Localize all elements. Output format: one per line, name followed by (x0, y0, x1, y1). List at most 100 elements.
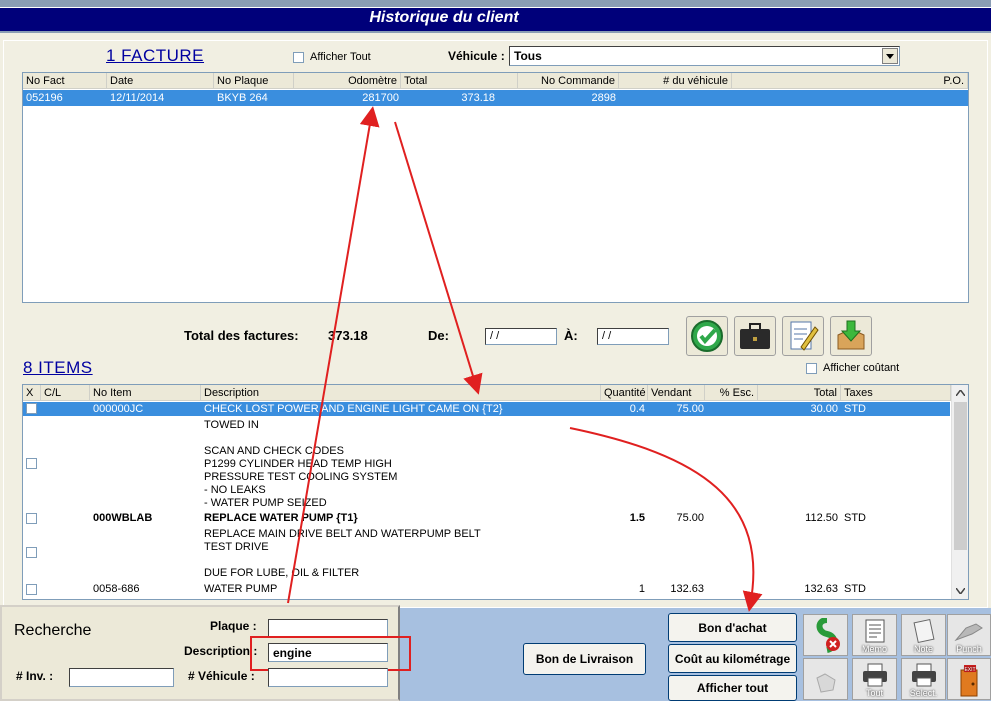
total-factures-value: 373.18 (328, 328, 368, 343)
print-select-button[interactable]: Sélect. (901, 658, 946, 700)
cell-quantite: 1.5 (629, 512, 645, 524)
description-line: TEST DRIVE (204, 541, 269, 553)
col-no-vehicule[interactable]: # du véhicule (619, 73, 732, 89)
table-row[interactable]: 000000JC CHECK LOST POWER AND ENGINE LIG… (23, 402, 950, 416)
scroll-down-icon[interactable] (954, 584, 967, 597)
scroll-thumb[interactable] (954, 402, 967, 550)
afficher-tout-label: Afficher Tout (310, 51, 371, 63)
briefcase-icon (740, 323, 770, 349)
afficher-tout-button[interactable]: Afficher tout (668, 675, 797, 701)
svg-text:EXIT: EXIT (964, 667, 975, 673)
col-x[interactable]: X (23, 385, 41, 401)
note-label: Note (913, 644, 933, 654)
edit-document-icon (790, 321, 819, 351)
cell-vendant: 75.00 (676, 403, 704, 415)
col-total-item[interactable]: Total (758, 385, 841, 401)
afficher-tout-toggle[interactable]: Afficher Tout (293, 51, 371, 63)
cell-no-item: 0058-686 (93, 583, 140, 595)
map-icon (815, 673, 836, 693)
edit-document-button[interactable] (782, 316, 824, 356)
memo-label: Memo (861, 644, 887, 654)
vehicule-select[interactable]: Tous (509, 46, 900, 66)
download-box-button[interactable] (830, 316, 872, 356)
row-checkbox[interactable] (26, 403, 37, 414)
facture-grid: No Fact Date No Plaque Odomètre Total No… (22, 72, 969, 303)
col-no-plaque[interactable]: No Plaque (214, 73, 294, 89)
title-bar: Historique du client (0, 0, 991, 33)
select-label: Sélect. (909, 688, 938, 698)
highlight-box (250, 636, 411, 671)
col-odometre[interactable]: Odomètre (294, 73, 401, 89)
map-button[interactable] (803, 658, 848, 700)
col-po[interactable]: P.O. (732, 73, 968, 89)
col-cl[interactable]: C/L (41, 385, 90, 401)
cout-kilometrage-button[interactable]: Coût au kilométrage (668, 644, 797, 673)
cell-vendant: 132.63 (670, 583, 704, 595)
col-no-fact[interactable]: No Fact (23, 73, 107, 89)
inv-label: # Inv. : (16, 669, 54, 683)
col-no-item[interactable]: No Item (90, 385, 201, 401)
afficher-tout-checkbox[interactable] (293, 51, 304, 63)
row-checkbox[interactable] (26, 547, 37, 558)
no-vehicule-input[interactable] (268, 668, 388, 687)
no-vehicule-label: # Véhicule : (188, 669, 255, 683)
col-no-commande[interactable]: No Commande (518, 73, 619, 89)
cell-no-item: 000WBLAB (93, 512, 153, 524)
vehicule-select-value: Tous (514, 49, 542, 63)
punch-button[interactable]: Punch (947, 614, 991, 656)
download-box-icon (837, 320, 865, 350)
money-cancel-button[interactable] (803, 614, 848, 656)
briefcase-button[interactable] (734, 316, 776, 356)
row-checkbox[interactable] (26, 458, 37, 469)
cell-description: REPLACE WATER PUMP {T1} (204, 512, 358, 524)
note-button[interactable]: Note (901, 614, 946, 656)
description-line: - NO LEAKS (204, 484, 266, 496)
cell-no-commande: 2898 (591, 92, 616, 104)
recherche-title: Recherche (14, 622, 92, 639)
memo-button[interactable]: Memo (852, 614, 897, 656)
a-label: À: (564, 328, 578, 343)
table-row[interactable]: 052196 12/11/2014 BKYB 264 281700 373.18… (23, 90, 968, 106)
col-date[interactable]: Date (107, 73, 214, 89)
description-line: DUE FOR LUBE, OIL & FILTER (204, 567, 360, 579)
description-line: SCAN AND CHECK CODES (204, 445, 344, 457)
col-description[interactable]: Description (201, 385, 601, 401)
plaque-label: Plaque : (210, 619, 257, 633)
col-vendant[interactable]: Vendant (648, 385, 705, 401)
refresh-button[interactable] (686, 316, 728, 356)
cell-taxes: STD (844, 583, 866, 595)
cell-no-fact: 052196 (26, 92, 63, 104)
items-scrollbar[interactable] (951, 385, 968, 599)
description-line: P1299 CYLINDER HEAD TEMP HIGH (204, 458, 392, 470)
cell-vendant: 75.00 (676, 512, 704, 524)
exit-button[interactable]: EXIT (947, 658, 991, 700)
row-checkbox[interactable] (26, 513, 37, 524)
col-total[interactable]: Total (401, 73, 518, 89)
col-taxes[interactable]: Taxes (841, 385, 951, 401)
total-factures-label: Total des factures: (184, 328, 299, 343)
printer-icon (911, 663, 936, 687)
bon-achat-button[interactable]: Bon d'achat (668, 613, 797, 642)
bon-livraison-button[interactable]: Bon de Livraison (523, 643, 646, 675)
printer-icon (862, 663, 887, 687)
afficher-coutant-toggle[interactable]: Afficher coûtant (806, 362, 899, 374)
de-date-input[interactable]: / / (485, 328, 557, 345)
col-quantite[interactable]: Quantité (601, 385, 648, 401)
check-circle-icon (691, 320, 723, 352)
print-all-button[interactable]: Tout (852, 658, 897, 700)
chevron-down-icon[interactable] (882, 48, 898, 64)
scroll-up-icon[interactable] (954, 386, 967, 399)
cell-total: 132.63 (804, 583, 838, 595)
afficher-coutant-checkbox[interactable] (806, 362, 817, 374)
col-esc[interactable]: % Esc. (705, 385, 758, 401)
de-label: De: (428, 328, 449, 343)
recherche-panel: Recherche Plaque : Description : engine … (0, 605, 411, 701)
inv-input[interactable] (69, 668, 174, 687)
description-line: REPLACE MAIN DRIVE BELT AND WATERPUMP BE… (204, 528, 481, 540)
cell-total: 112.50 (805, 512, 838, 524)
row-checkbox[interactable] (26, 584, 37, 595)
a-date-input[interactable]: / / (597, 328, 669, 345)
punch-icon (954, 623, 983, 642)
cell-total: 373.18 (461, 92, 495, 104)
tout-label: Tout (865, 688, 883, 698)
